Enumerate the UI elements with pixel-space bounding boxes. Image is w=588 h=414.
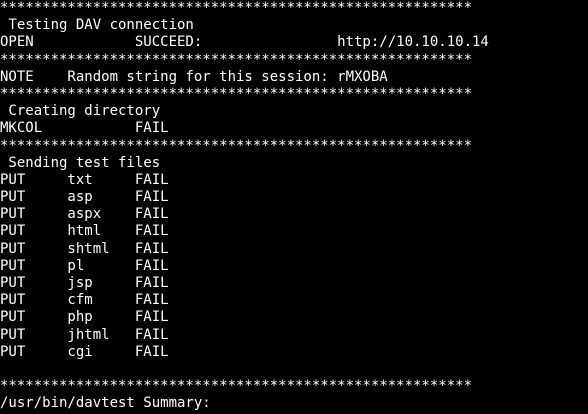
separator-line: ****************************************… <box>0 51 473 68</box>
separator-line: ****************************************… <box>0 0 473 16</box>
open-result-line: OPEN SUCCEED: http://10.10.10.14 <box>0 34 489 51</box>
mkcol-result-line: MKCOL FAIL <box>0 120 169 137</box>
section-heading-creating-directory: Creating directory <box>0 103 161 120</box>
put-result-line-txt: PUT txt FAIL <box>0 171 169 188</box>
put-result-line-cfm: PUT cfm FAIL <box>0 292 169 309</box>
put-result-line-asp: PUT asp FAIL <box>0 189 169 206</box>
section-heading-sending-test-files: Sending test files <box>0 154 161 171</box>
put-result-line-html: PUT html FAIL <box>0 223 169 240</box>
put-result-line-jsp: PUT jsp FAIL <box>0 275 169 291</box>
separator-line: ****************************************… <box>0 137 473 154</box>
session-note-line: NOTE Random string for this session: rMX… <box>0 68 388 85</box>
put-result-line-jhtml: PUT jhtml FAIL <box>0 326 169 343</box>
put-result-line-pl: PUT pl FAIL <box>0 257 169 274</box>
put-result-line-aspx: PUT aspx FAIL <box>0 206 169 223</box>
put-result-line-shtml: PUT shtml FAIL <box>0 240 169 257</box>
summary-heading: /usr/bin/davtest Summary: <box>0 395 211 412</box>
put-result-line-php: PUT php FAIL <box>0 309 169 326</box>
put-result-line-cgi: PUT cgi FAIL <box>0 343 169 360</box>
separator-line: ****************************************… <box>0 378 473 395</box>
section-heading-dav-connection: Testing DAV connection <box>0 17 194 34</box>
separator-line: ****************************************… <box>0 85 473 102</box>
terminal-window[interactable]: ****************************************… <box>0 0 588 414</box>
